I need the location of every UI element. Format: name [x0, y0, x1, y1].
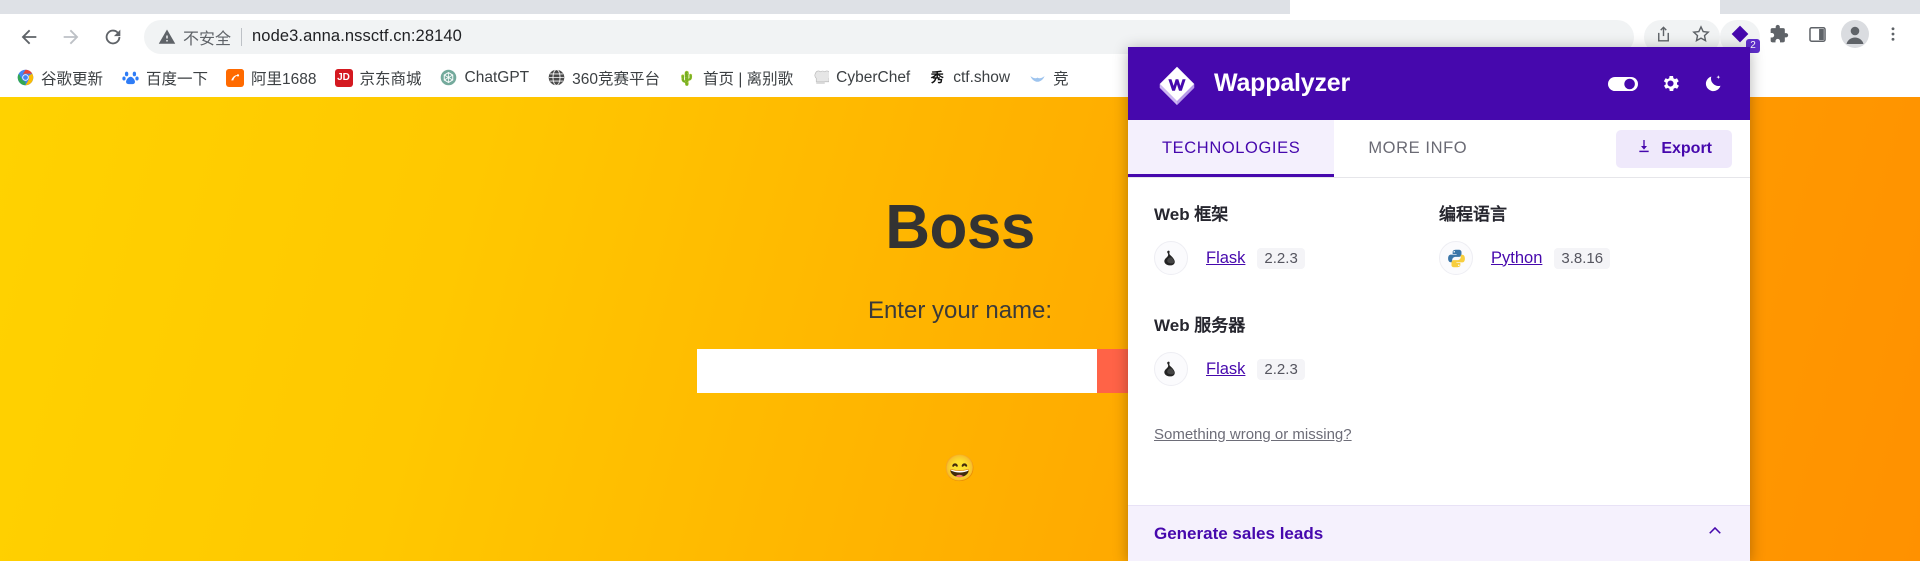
bookmark-item-3[interactable]: JD 京东商城 [327, 64, 430, 92]
python-icon [1439, 241, 1473, 275]
bookmark-label: ChatGPT [464, 68, 530, 86]
jd-icon: JD [334, 68, 353, 87]
openai-icon [440, 69, 458, 87]
technology-version: 3.8.16 [1554, 247, 1611, 269]
tab-label: TECHNOLOGIES [1162, 139, 1301, 157]
bookmark-label: 京东商城 [359, 70, 422, 88]
url-text: node3.anna.nssctf.cn:28140 [252, 27, 462, 45]
bookmark-star-icon [1691, 24, 1711, 49]
technology-name-link[interactable]: Flask [1206, 360, 1245, 379]
chef-hat-icon [811, 69, 829, 87]
bookmark-item-9[interactable]: 竞 [1020, 64, 1077, 92]
forward-button[interactable] [50, 16, 92, 58]
category-title: 编程语言 [1439, 205, 1507, 224]
something-wrong-link[interactable]: Something wrong or missing? [1154, 426, 1352, 443]
gear-icon[interactable] [1660, 73, 1681, 94]
chrome-menu-icon [1884, 25, 1902, 48]
bookmark-item-2[interactable]: 阿里1688 [218, 64, 324, 92]
export-label: Export [1661, 139, 1712, 157]
wappalyzer-body: Web 框架 Flask 2.2.3 Web 服务器 Flask 2.2.3 编… [1128, 178, 1750, 505]
extensions-button[interactable] [1760, 18, 1798, 56]
wappalyzer-header-actions [1608, 73, 1724, 94]
wappalyzer-brand-name: Wappalyzer [1214, 69, 1351, 97]
technology-row: Python 3.8.16 [1439, 241, 1724, 275]
dark-mode-moon-icon[interactable] [1703, 73, 1724, 94]
cactus-icon: 🌵 [678, 69, 696, 86]
technology-grid: Web 框架 Flask 2.2.3 Web 服务器 Flask 2.2.3 编… [1154, 200, 1724, 422]
active-tab[interactable] [0, 0, 1290, 14]
bookmark-label: 竞 [1053, 70, 1069, 88]
wappalyzer-panel: Wappalyzer TECHNOLOGIES MORE INFO Export… [1128, 47, 1750, 561]
bookmark-label: 百度一下 [146, 70, 209, 88]
arrow-left-icon [18, 26, 40, 48]
arrow-right-icon [60, 26, 82, 48]
bookmark-item-5[interactable]: 360竞赛平台 [539, 64, 668, 92]
bookmark-item-1[interactable]: 百度一下 [113, 64, 216, 92]
wappalyzer-footer[interactable]: Generate sales leads [1128, 505, 1750, 561]
globe-icon [547, 69, 565, 87]
category-programming-language: 编程语言 Python 3.8.16 [1439, 200, 1724, 275]
side-panel-button[interactable] [1798, 18, 1836, 56]
technology-row: Flask 2.2.3 [1154, 241, 1439, 275]
warning-triangle-icon [158, 28, 176, 46]
bookmark-item-0[interactable]: 谷歌更新 [8, 64, 111, 92]
technology-name-link[interactable]: Python [1491, 249, 1542, 268]
tab-more-info[interactable]: MORE INFO [1334, 120, 1501, 177]
flask-icon [1154, 241, 1188, 275]
browser-window: 不安全 node3.anna.nssctf.cn:28140 2 谷歌更新 百度… [0, 0, 1920, 561]
bird-icon [1028, 69, 1046, 87]
technology-column-right: 编程语言 Python 3.8.16 [1439, 200, 1724, 422]
name-input[interactable] [697, 349, 1097, 393]
reload-button[interactable] [92, 16, 134, 58]
tab-strip-right [1720, 0, 1920, 14]
extensions-puzzle-icon [1769, 24, 1789, 49]
wappalyzer-header: Wappalyzer [1128, 47, 1750, 120]
bookmark-label: 360竞赛平台 [572, 70, 661, 88]
tab-label: MORE INFO [1368, 139, 1468, 157]
bookmark-item-6[interactable]: 🌵 首页 | 离别歌 [670, 64, 801, 92]
back-button[interactable] [8, 16, 50, 58]
download-icon [1636, 138, 1652, 159]
chrome-icon [16, 69, 34, 87]
side-panel-icon [1808, 25, 1827, 49]
toggle-switch-icon[interactable] [1608, 75, 1638, 93]
bookmark-item-4[interactable]: ChatGPT [432, 64, 538, 92]
footer-title: Generate sales leads [1154, 523, 1324, 543]
category-title: Web 框架 [1154, 205, 1229, 224]
bookmark-label: 谷歌更新 [41, 70, 104, 88]
technology-column-left: Web 框架 Flask 2.2.3 Web 服务器 Flask 2.2.3 [1154, 200, 1439, 422]
technology-version: 2.2.3 [1257, 358, 1305, 380]
tab-strip [0, 0, 1920, 14]
reload-icon [102, 26, 124, 48]
baidu-icon [121, 69, 139, 87]
bookmark-item-8[interactable]: 秀 ctf.show [920, 64, 1018, 92]
technology-version: 2.2.3 [1257, 247, 1305, 269]
share-icon [1654, 25, 1673, 49]
tab-strip-gap [1290, 0, 1720, 14]
flask-icon [1154, 352, 1188, 386]
category-web-framework: Web 框架 Flask 2.2.3 [1154, 200, 1439, 275]
profile-button[interactable] [1836, 18, 1874, 56]
bookmark-item-7[interactable]: CyberChef [803, 64, 918, 92]
wappalyzer-tabs: TECHNOLOGIES MORE INFO Export [1128, 120, 1750, 178]
category-web-server: Web 服务器 Flask 2.2.3 [1154, 311, 1439, 386]
ctfshow-icon: 秀 [930, 69, 944, 85]
technology-row: Flask 2.2.3 [1154, 352, 1439, 386]
bookmark-label: 阿里1688 [251, 70, 317, 88]
chrome-menu-button[interactable] [1874, 18, 1912, 56]
category-title: Web 服务器 [1154, 316, 1246, 335]
bookmark-label: ctf.show [953, 68, 1011, 86]
chevron-up-icon[interactable] [1706, 522, 1724, 545]
profile-avatar-icon [1841, 20, 1869, 53]
security-status-text: 不安全 [183, 30, 232, 48]
wappalyzer-logo-icon [1154, 61, 1200, 107]
bookmark-label: CyberChef [836, 68, 911, 86]
export-button[interactable]: Export [1616, 129, 1732, 168]
bookmark-label: 首页 | 离别歌 [703, 70, 794, 88]
technology-name-link[interactable]: Flask [1206, 249, 1245, 268]
alibaba-icon [226, 68, 245, 87]
tab-technologies[interactable]: TECHNOLOGIES [1128, 120, 1335, 177]
omnibox-divider [241, 27, 243, 46]
